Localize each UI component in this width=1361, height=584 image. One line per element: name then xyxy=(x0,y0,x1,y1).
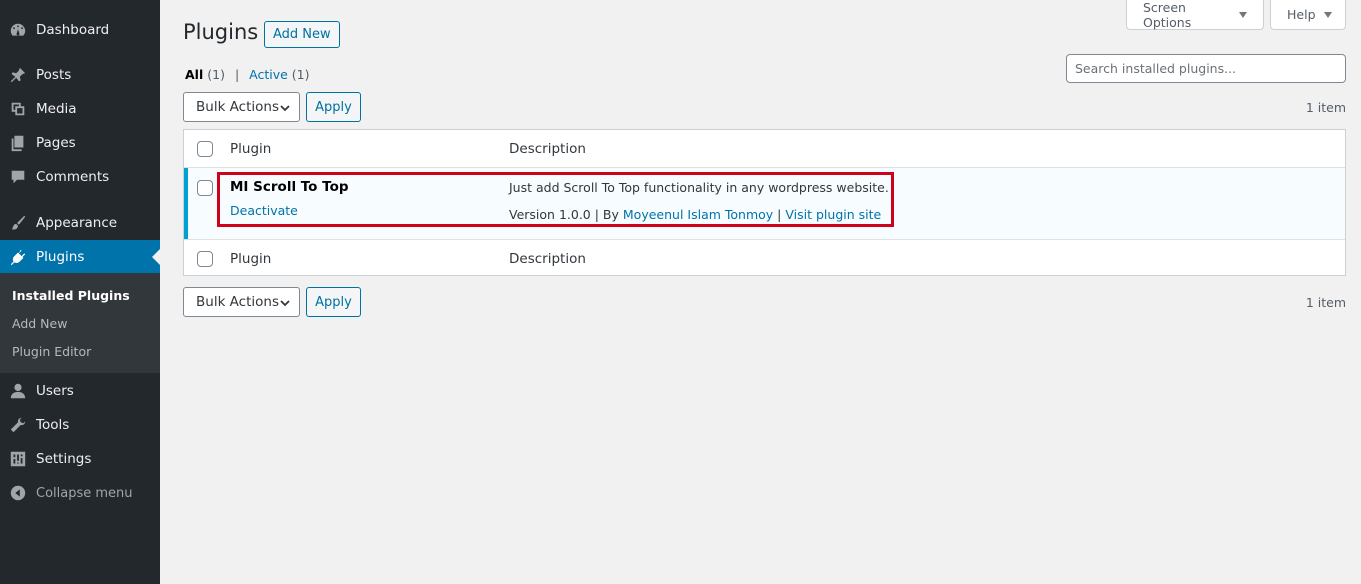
plugins-table: Plugin Description MI Scroll To Top Deac… xyxy=(183,129,1346,276)
sidebar-item-label: Dashboard xyxy=(36,22,110,38)
visit-plugin-site-link[interactable]: Visit plugin site xyxy=(785,207,881,222)
bulk-actions-label: Bulk Actions xyxy=(196,99,279,115)
plugin-version: Version 1.0.0 xyxy=(509,207,591,222)
active-indicator xyxy=(184,168,188,239)
sidebar-item-appearance[interactable]: Appearance xyxy=(0,206,160,240)
current-indicator xyxy=(152,249,160,265)
sidebar-item-plugins[interactable]: Plugins xyxy=(0,240,160,274)
meta-separator: | xyxy=(777,207,782,222)
select-all-checkbox-footer[interactable] xyxy=(197,251,213,267)
submenu-add-new[interactable]: Add New xyxy=(12,316,67,331)
select-all-checkbox[interactable] xyxy=(197,141,213,157)
pin-icon xyxy=(8,65,28,85)
plugin-status-filters: All (1) | Active (1) xyxy=(185,67,310,82)
media-icon xyxy=(8,99,28,119)
bulk-actions-select-top[interactable]: Bulk Actions xyxy=(183,92,300,122)
deactivate-link[interactable]: Deactivate xyxy=(230,203,298,218)
author-link[interactable]: Moyeenul Islam Tonmoy xyxy=(623,207,773,222)
chevron-down-icon xyxy=(280,105,290,112)
help-label: Help xyxy=(1287,7,1316,22)
column-description-footer: Description xyxy=(509,251,586,267)
sidebar-item-label: Comments xyxy=(36,169,110,185)
plugin-by: By xyxy=(602,207,619,222)
submenu-plugin-editor[interactable]: Plugin Editor xyxy=(12,344,91,359)
add-new-button[interactable]: Add New xyxy=(264,21,340,48)
sidebar-item-tools[interactable]: Tools xyxy=(0,408,160,442)
apply-button-bottom[interactable]: Apply xyxy=(306,287,361,317)
users-icon xyxy=(8,381,28,401)
admin-sidebar: Dashboard Posts Media Pages Comments App… xyxy=(0,0,160,584)
plugin-icon xyxy=(8,247,28,267)
sidebar-item-media[interactable]: Media xyxy=(0,92,160,126)
column-plugin-footer[interactable]: Plugin xyxy=(230,251,271,267)
sidebar-item-label: Media xyxy=(36,101,77,117)
help-tab[interactable]: Help xyxy=(1270,0,1346,30)
item-count-top: 1 item xyxy=(1305,100,1346,115)
sidebar-item-settings[interactable]: Settings xyxy=(0,442,160,476)
table-footer: Plugin Description xyxy=(184,240,1345,277)
brush-icon xyxy=(8,213,28,233)
collapse-menu-button[interactable]: Collapse menu xyxy=(0,476,160,510)
column-description: Description xyxy=(509,141,586,157)
pages-icon xyxy=(8,133,28,153)
dashboard-icon xyxy=(8,20,28,40)
page-title: Plugins xyxy=(183,20,259,44)
sidebar-item-label: Posts xyxy=(36,67,72,83)
caret-down-icon xyxy=(1239,11,1247,18)
collapse-label: Collapse menu xyxy=(36,485,133,501)
chevron-down-icon xyxy=(280,300,290,307)
row-checkbox[interactable] xyxy=(197,180,213,196)
submenu-installed-plugins[interactable]: Installed Plugins xyxy=(12,288,130,303)
filter-all[interactable]: All xyxy=(185,67,203,82)
table-row: MI Scroll To Top Deactivate Just add Scr… xyxy=(184,167,1345,240)
sidebar-item-label: Settings xyxy=(36,451,92,467)
bulk-actions-select-bottom[interactable]: Bulk Actions xyxy=(183,287,300,317)
collapse-icon xyxy=(8,483,28,503)
sidebar-item-dashboard[interactable]: Dashboard xyxy=(0,13,160,47)
filter-active-count: (1) xyxy=(291,67,310,82)
item-count-bottom: 1 item xyxy=(1305,295,1346,310)
caret-down-icon xyxy=(1323,11,1332,18)
wrench-icon xyxy=(8,415,28,435)
plugin-description: Just add Scroll To Top functionality in … xyxy=(509,180,889,195)
plugin-meta: Version 1.0.0 | By Moyeenul Islam Tonmoy… xyxy=(509,207,882,222)
screen-options-label: Screen Options xyxy=(1143,0,1192,30)
screen-options-tab[interactable]: Screen Options xyxy=(1126,0,1264,30)
search-plugins-input[interactable] xyxy=(1066,54,1346,83)
plugins-submenu: Installed Plugins Add New Plugin Editor xyxy=(0,273,160,373)
filter-active[interactable]: Active xyxy=(249,67,288,82)
bulk-actions-label: Bulk Actions xyxy=(196,294,279,310)
sidebar-item-label: Pages xyxy=(36,135,76,151)
sidebar-item-label: Tools xyxy=(36,417,70,433)
settings-icon xyxy=(8,449,28,469)
apply-button-top[interactable]: Apply xyxy=(306,92,361,122)
sidebar-item-label: Users xyxy=(36,383,74,399)
column-plugin[interactable]: Plugin xyxy=(230,141,271,157)
filter-all-count: (1) xyxy=(207,67,225,82)
sidebar-item-label: Plugins xyxy=(36,249,85,265)
plugin-name: MI Scroll To Top xyxy=(230,179,349,195)
sidebar-item-label: Appearance xyxy=(36,215,118,231)
filter-separator: | xyxy=(234,67,240,82)
comment-icon xyxy=(8,167,28,187)
sidebar-item-pages[interactable]: Pages xyxy=(0,126,160,160)
sidebar-item-users[interactable]: Users xyxy=(0,374,160,408)
sidebar-item-comments[interactable]: Comments xyxy=(0,160,160,194)
table-header: Plugin Description xyxy=(184,130,1345,167)
sidebar-item-posts[interactable]: Posts xyxy=(0,58,160,92)
